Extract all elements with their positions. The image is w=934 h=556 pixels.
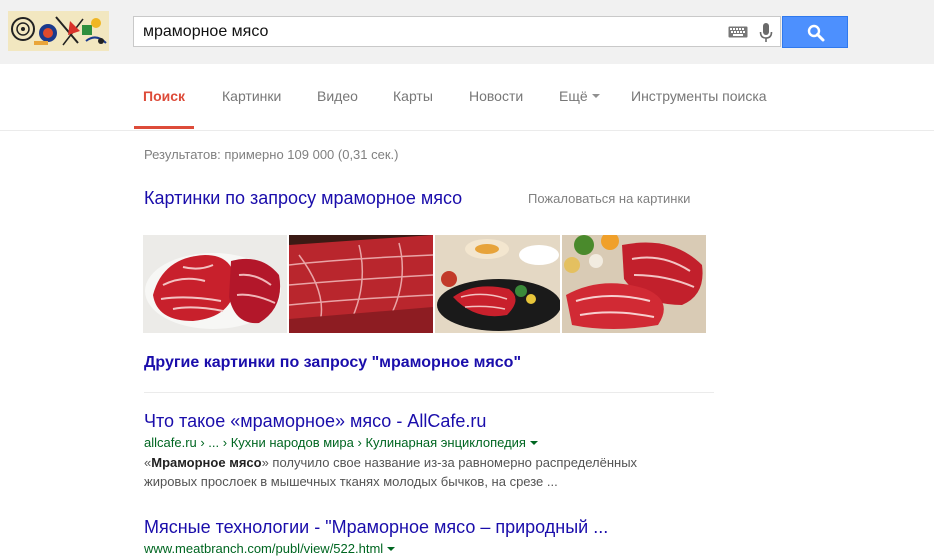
- snippet-line-2: жировых прослоек в мышечных тканях молод…: [144, 474, 558, 489]
- tab-more[interactable]: Ещё: [559, 88, 600, 104]
- image-results-heading[interactable]: Картинки по запросу мраморное мясо: [144, 188, 462, 209]
- tab-news[interactable]: Новости: [469, 88, 523, 104]
- image-thumbnail[interactable]: [143, 235, 287, 333]
- divider: [144, 392, 714, 393]
- tab-video[interactable]: Видео: [317, 88, 358, 104]
- more-images-link[interactable]: Другие картинки по запросу "мраморное мя…: [144, 354, 521, 372]
- image-thumbnail[interactable]: [435, 235, 560, 333]
- search-icon: [807, 24, 825, 42]
- microphone-icon[interactable]: [758, 22, 774, 44]
- image-thumbnail[interactable]: [289, 235, 433, 333]
- result-url-text: www.meatbranch.com/publ/view/522.html: [144, 541, 384, 556]
- result-title-link[interactable]: Мясные технологии - "Мраморное мясо – пр…: [144, 517, 608, 538]
- result-url-text: allcafe.ru › ... › Кухни народов мира › …: [144, 435, 526, 450]
- top-bar: [0, 0, 934, 64]
- result-title-link[interactable]: Что такое «мраморное» мясо - AllCafe.ru: [144, 411, 486, 432]
- search-tabs: Поиск Картинки Видео Карты Новости Ещё И…: [0, 64, 934, 131]
- chevron-down-icon[interactable]: [529, 440, 538, 445]
- chevron-down-icon: [591, 94, 600, 99]
- snippet-line-1: » получило свое название из-за равномерн…: [261, 455, 638, 470]
- doodle-logo[interactable]: [8, 11, 109, 51]
- search-input[interactable]: [143, 21, 713, 43]
- search-box[interactable]: [133, 16, 781, 47]
- keyboard-icon[interactable]: [728, 26, 748, 38]
- tab-search[interactable]: Поиск: [143, 88, 185, 104]
- snippet-highlight: Мраморное мясо: [151, 455, 262, 470]
- tab-maps[interactable]: Карты: [393, 88, 433, 104]
- tab-search-tools[interactable]: Инструменты поиска: [631, 88, 767, 104]
- result-url: allcafe.ru › ... › Кухни народов мира › …: [144, 435, 538, 450]
- search-button[interactable]: [782, 16, 848, 48]
- result-url: www.meatbranch.com/publ/view/522.html: [144, 541, 396, 556]
- tab-images[interactable]: Картинки: [222, 88, 281, 104]
- tab-more-label: Ещё: [559, 88, 588, 104]
- image-thumbnail[interactable]: [562, 235, 706, 333]
- chevron-down-icon[interactable]: [387, 546, 396, 551]
- active-tab-indicator: [134, 126, 194, 129]
- result-snippet: «Мраморное мясо» получило свое название …: [144, 453, 704, 491]
- result-stats: Результатов: примерно 109 000 (0,31 сек.…: [144, 147, 399, 162]
- report-images-link[interactable]: Пожаловаться на картинки: [528, 191, 690, 206]
